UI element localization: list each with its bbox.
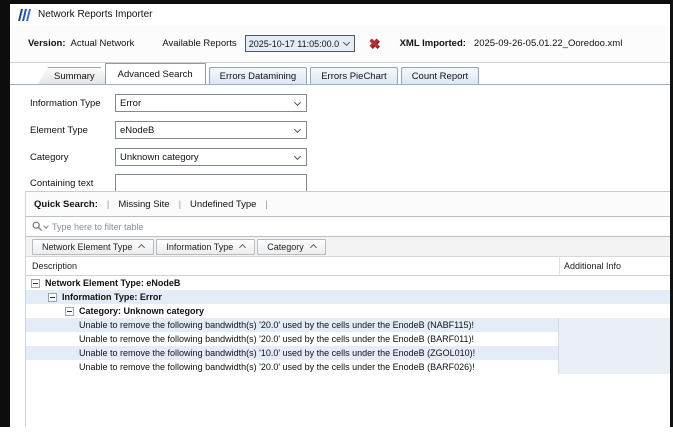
group-chip-category[interactable]: Category (257, 239, 326, 255)
chevron-down-icon (294, 98, 301, 105)
tab-strip: Summary Advanced Search Errors Dataminin… (10, 63, 670, 84)
row-additional-info (558, 346, 670, 360)
column-divider[interactable] (559, 257, 560, 275)
network-reports-importer-window: Network Reports Importer Version: Actual… (10, 4, 670, 427)
xml-imported-label: XML Imported: (400, 38, 466, 49)
chevron-down-icon (294, 152, 301, 159)
filter-options-chevron-icon[interactable] (43, 223, 49, 229)
row-additional-info (558, 332, 670, 346)
tab-summary[interactable]: Summary (38, 67, 111, 84)
row-additional-info (558, 360, 670, 374)
row-description: Unable to remove the following bandwidth… (79, 348, 475, 358)
tab-count-report[interactable]: Count Report (401, 67, 480, 84)
window-frame: Network Reports Importer Version: Actual… (0, 0, 673, 427)
tab-advanced-search[interactable]: Advanced Search (105, 63, 206, 84)
table-row[interactable]: Unable to remove the following bandwidth… (26, 318, 670, 332)
advanced-search-panel: Information Type Error Element Type eNod… (10, 84, 670, 427)
results-section: Quick Search: | Missing Site | Undefined… (25, 191, 670, 427)
grouping-bar: Network Element Type Information Type Ca… (26, 237, 670, 257)
group-chip-label: Network Element Type (42, 242, 132, 252)
quick-search-missing-site[interactable]: Missing Site (118, 199, 169, 210)
xml-imported-filename: 2025-09-26-05.01.22_Ooredoo.xml (474, 38, 622, 49)
tab-errors-datamining[interactable]: Errors Datamining (209, 67, 308, 84)
form-row: Category Unknown category (10, 148, 670, 166)
group-chip-information-type[interactable]: Information Type (156, 239, 255, 255)
containing-text-input[interactable] (115, 174, 307, 192)
version-label: Version: (28, 38, 66, 49)
information-type-value: Error (120, 98, 291, 109)
form-row: Element Type eNodeB (10, 121, 670, 139)
version-value: Actual Network (71, 38, 135, 49)
group-chip-label: Category (267, 242, 304, 252)
sort-ascending-icon (310, 244, 317, 251)
collapse-icon[interactable] (65, 307, 74, 316)
separator: | (265, 199, 267, 210)
table-row[interactable]: Unable to remove the following bandwidth… (26, 346, 670, 360)
element-type-label: Element Type (30, 125, 88, 136)
table-row[interactable]: Unable to remove the following bandwidth… (26, 332, 670, 346)
group-row-network-element-type[interactable]: Network Element Type: eNodeB (26, 276, 670, 290)
available-reports-selected-value: 2025-10-17 11:05:00.0 (249, 39, 340, 49)
row-description: Unable to remove the following bandwidth… (79, 362, 475, 372)
row-additional-info (558, 318, 670, 332)
tab-errors-piechart[interactable]: Errors PieChart (310, 67, 397, 84)
top-toolbar: Version: Actual Network Available Report… (10, 25, 670, 63)
row-description: Unable to remove the following bandwidth… (79, 320, 474, 330)
title-bar: Network Reports Importer (10, 4, 670, 25)
group-row-information-type[interactable]: Information Type: Error (26, 290, 670, 304)
sort-ascending-icon (138, 244, 145, 251)
element-type-select[interactable]: eNodeB (115, 121, 307, 139)
filter-bar (26, 216, 670, 237)
information-type-label: Information Type (30, 98, 101, 109)
results-tree: Network Element Type: eNodeB Information… (26, 276, 670, 374)
table-header-row: Description Additional Info (26, 257, 670, 276)
sort-ascending-icon (239, 244, 246, 251)
category-label: Category (30, 152, 69, 163)
containing-text-label: Containing text (30, 178, 93, 189)
separator: | (179, 199, 181, 210)
column-header-additional-info[interactable]: Additional Info (564, 261, 621, 271)
table-filter-input[interactable] (52, 222, 670, 232)
column-header-description[interactable]: Description (32, 261, 77, 271)
chevron-down-icon (294, 125, 301, 132)
group-row-category[interactable]: Category: Unknown category (26, 304, 670, 318)
quick-search-bar: Quick Search: | Missing Site | Undefined… (26, 192, 670, 216)
collapse-icon[interactable] (31, 279, 40, 288)
group-chip-label: Information Type (166, 242, 233, 252)
table-row[interactable]: Unable to remove the following bandwidth… (26, 360, 670, 374)
available-reports-label: Available Reports (162, 38, 236, 49)
group-row-text: Information Type: Error (62, 292, 162, 302)
group-row-text: Category: Unknown category (79, 306, 204, 316)
delete-report-icon[interactable]: ✖ (369, 37, 380, 50)
available-reports-select[interactable]: 2025-10-17 11:05:00.0 (245, 35, 355, 52)
app-logo-icon (18, 9, 32, 21)
chevron-down-icon (343, 39, 350, 46)
window-title: Network Reports Importer (38, 9, 152, 20)
collapse-icon[interactable] (48, 293, 57, 302)
separator: | (107, 199, 109, 210)
form-row: Containing text (10, 174, 670, 192)
search-icon (32, 221, 43, 232)
quick-search-label: Quick Search: (34, 199, 98, 210)
group-row-text: Network Element Type: eNodeB (45, 278, 180, 288)
form-row: Information Type Error (10, 94, 670, 112)
element-type-value: eNodeB (120, 125, 291, 136)
information-type-select[interactable]: Error (115, 94, 307, 112)
category-value: Unknown category (120, 152, 291, 163)
category-select[interactable]: Unknown category (115, 148, 307, 166)
quick-search-undefined-type[interactable]: Undefined Type (190, 199, 256, 210)
group-chip-network-element-type[interactable]: Network Element Type (32, 239, 154, 255)
row-description: Unable to remove the following bandwidth… (79, 334, 474, 344)
